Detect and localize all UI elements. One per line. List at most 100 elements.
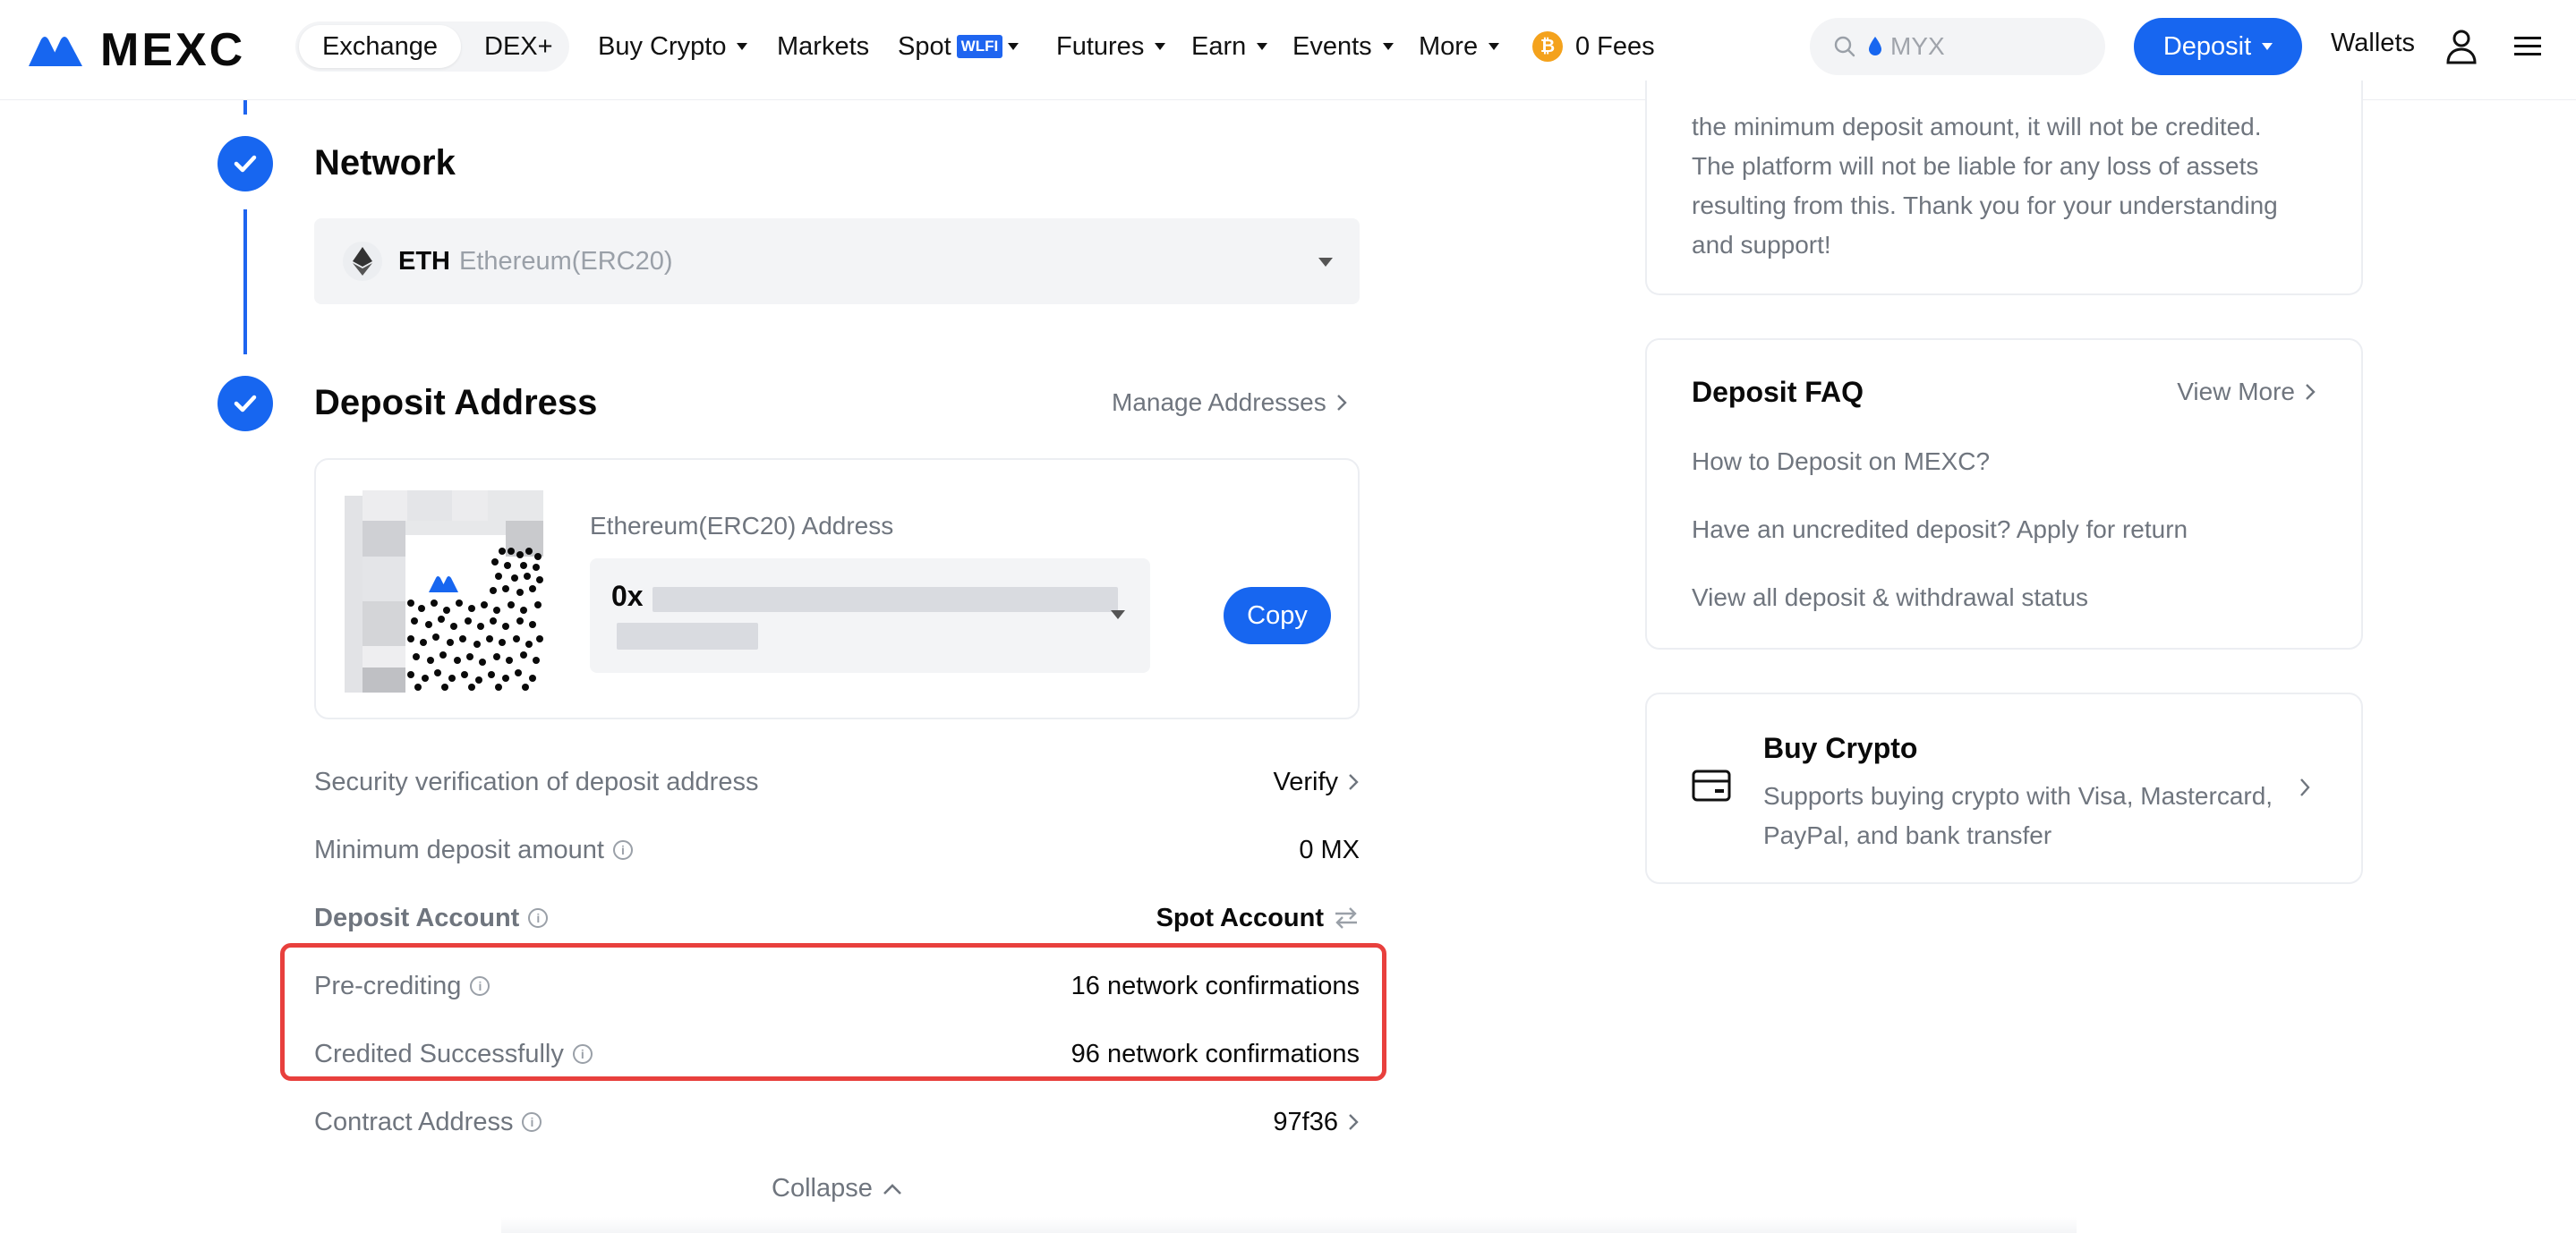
nav-buy-crypto[interactable]: Buy Crypto: [598, 27, 748, 66]
deposit-address-card: Ethereum(ERC20) Address 0x Copy: [314, 458, 1360, 719]
view-more-link[interactable]: View More: [2177, 378, 2316, 406]
search-icon: [1834, 36, 1855, 57]
step-complete-check-icon: [218, 136, 273, 191]
address-label: Ethereum(ERC20) Address: [590, 512, 894, 540]
chevron-right-icon: [1336, 395, 1347, 411]
network-code: ETH: [398, 246, 450, 276]
faq-link[interactable]: View all deposit & withdrawal status: [1692, 583, 2088, 612]
wallets-link[interactable]: Wallets: [2331, 29, 2415, 58]
copy-address-button[interactable]: Copy: [1224, 587, 1331, 644]
detail-row-contract: Contract Address i 97f36: [314, 1104, 1360, 1140]
detail-label: Pre-crediting: [314, 971, 462, 1000]
nav-earn[interactable]: Earn: [1191, 27, 1268, 66]
chevron-right-icon: [1349, 1114, 1359, 1130]
notice-line: the minimum deposit amount, it will not …: [1692, 113, 2262, 140]
info-icon[interactable]: i: [572, 1044, 593, 1064]
nav-more-label: More: [1419, 31, 1479, 61]
buy-crypto-description: Supports buying crypto with Visa, Master…: [1763, 782, 2273, 849]
step-connector: [243, 100, 247, 115]
nav-events-label: Events: [1292, 31, 1372, 61]
faq-link[interactable]: Have an uncredited deposit? Apply for re…: [1692, 515, 2188, 544]
notice-line: resulting from this. Thank you for your …: [1692, 191, 2278, 219]
chevron-down-icon: [1155, 43, 1166, 50]
tab-dex[interactable]: DEX+: [461, 25, 576, 68]
chevron-down-icon: [1257, 43, 1268, 50]
nav-more[interactable]: More: [1419, 27, 1500, 66]
nav-futures-label: Futures: [1056, 31, 1145, 61]
menu-button[interactable]: [2506, 25, 2549, 68]
detail-label-wrap: Credited Successfully i: [314, 1040, 593, 1069]
chevron-down-icon: [1008, 43, 1019, 50]
collapse-button[interactable]: Collapse: [772, 1174, 903, 1203]
address-select[interactable]: 0x: [590, 558, 1150, 673]
chevron-down-icon: [1488, 43, 1500, 50]
deposit-button-label: Deposit: [2162, 31, 2252, 61]
user-icon: [2446, 30, 2477, 64]
mexc-logo[interactable]: MEXC: [29, 23, 245, 77]
switch-arrows-icon: [1335, 907, 1357, 929]
flame-drop-icon: [1869, 37, 1881, 55]
ethereum-icon: [343, 242, 382, 281]
nav-zero-fees[interactable]: ₿ 0 Fees: [1532, 27, 1655, 66]
tab-exchange[interactable]: Exchange: [299, 25, 461, 68]
nav-futures[interactable]: Futures: [1056, 27, 1166, 66]
manage-addresses-link[interactable]: Manage Addresses: [1112, 388, 1348, 417]
mexc-logo-icon: [29, 37, 82, 66]
network-select[interactable]: ETH Ethereum(ERC20): [314, 218, 1360, 304]
nav-events[interactable]: Events: [1292, 27, 1394, 66]
chevron-up-icon: [883, 1183, 901, 1195]
nav-spot[interactable]: Spot WLFI: [898, 27, 1019, 66]
detail-label: Contract Address: [314, 1107, 514, 1136]
info-icon[interactable]: i: [612, 840, 633, 860]
chevron-right-icon: [1349, 774, 1359, 790]
buy-crypto-card[interactable]: Buy Crypto Supports buying crypto with V…: [1645, 693, 2363, 884]
detail-value: Spot Account: [1156, 903, 1324, 932]
info-icon[interactable]: i: [522, 1112, 542, 1132]
chevron-down-icon: [1382, 43, 1394, 50]
nav-markets-label: Markets: [777, 31, 870, 61]
detail-label: Credited Successfully: [314, 1039, 564, 1068]
detail-label-wrap: Contract Address i: [314, 1108, 542, 1137]
redacted-address: [617, 623, 758, 650]
logo-text: MEXC: [100, 24, 246, 76]
spot-wlfi-badge: WLFI: [956, 35, 1003, 58]
detail-row-deposit-account: Deposit Account i Spot Account: [314, 900, 1360, 936]
search-input[interactable]: [1889, 31, 2086, 62]
step-complete-check-icon: [218, 376, 273, 431]
page-bottom-fade: [501, 1217, 2077, 1233]
info-icon[interactable]: i: [528, 908, 549, 928]
info-icon[interactable]: i: [470, 976, 490, 996]
search-box[interactable]: [1810, 18, 2105, 75]
detail-value: 0 MX: [1299, 835, 1360, 864]
exchange-dex-switch: Exchange DEX+: [295, 21, 569, 72]
faq-link[interactable]: How to Deposit on MEXC?: [1692, 447, 1990, 476]
deposit-button[interactable]: Deposit: [2134, 18, 2302, 75]
detail-row-credited: Credited Successfully i 96 network confi…: [314, 1036, 1360, 1072]
network-step-title: Network: [314, 143, 456, 183]
bitcoin-coin-icon: ₿: [1532, 31, 1563, 62]
deposit-address-step-title: Deposit Address: [314, 383, 598, 422]
chevron-down-icon: [1318, 258, 1333, 267]
chevron-right-icon: [2306, 384, 2316, 400]
notice-line: and support!: [1692, 231, 1831, 259]
deposit-faq-card: Deposit FAQ View More How to Deposit on …: [1645, 338, 2363, 650]
verify-link[interactable]: Verify: [1273, 768, 1360, 797]
detail-label: Deposit Account: [314, 903, 520, 932]
deposit-notice-card: the minimum deposit amount, it will not …: [1645, 81, 2363, 295]
detail-label-wrap: Pre-crediting i: [314, 972, 490, 1001]
contract-address-link[interactable]: 97f36: [1273, 1108, 1360, 1137]
detail-label-wrap: Minimum deposit amount i: [314, 836, 633, 865]
collapse-label: Collapse: [772, 1174, 873, 1203]
detail-value: 97f36: [1273, 1107, 1338, 1136]
view-more-label: View More: [2177, 378, 2295, 405]
nav-earn-label: Earn: [1191, 31, 1247, 61]
detail-label-wrap: Deposit Account i: [314, 903, 549, 933]
nav-markets[interactable]: Markets: [777, 27, 869, 66]
user-profile-button[interactable]: [2440, 25, 2483, 68]
nav-fees-label: 0 Fees: [1575, 31, 1655, 61]
notice-line: The platform will not be liable for any …: [1692, 152, 2259, 180]
deposit-account-switch[interactable]: Spot Account: [1156, 904, 1360, 933]
detail-row-security: Security verification of deposit address…: [314, 764, 1360, 800]
manage-addresses-label: Manage Addresses: [1112, 388, 1326, 416]
buy-crypto-title: Buy Crypto: [1763, 732, 1918, 764]
